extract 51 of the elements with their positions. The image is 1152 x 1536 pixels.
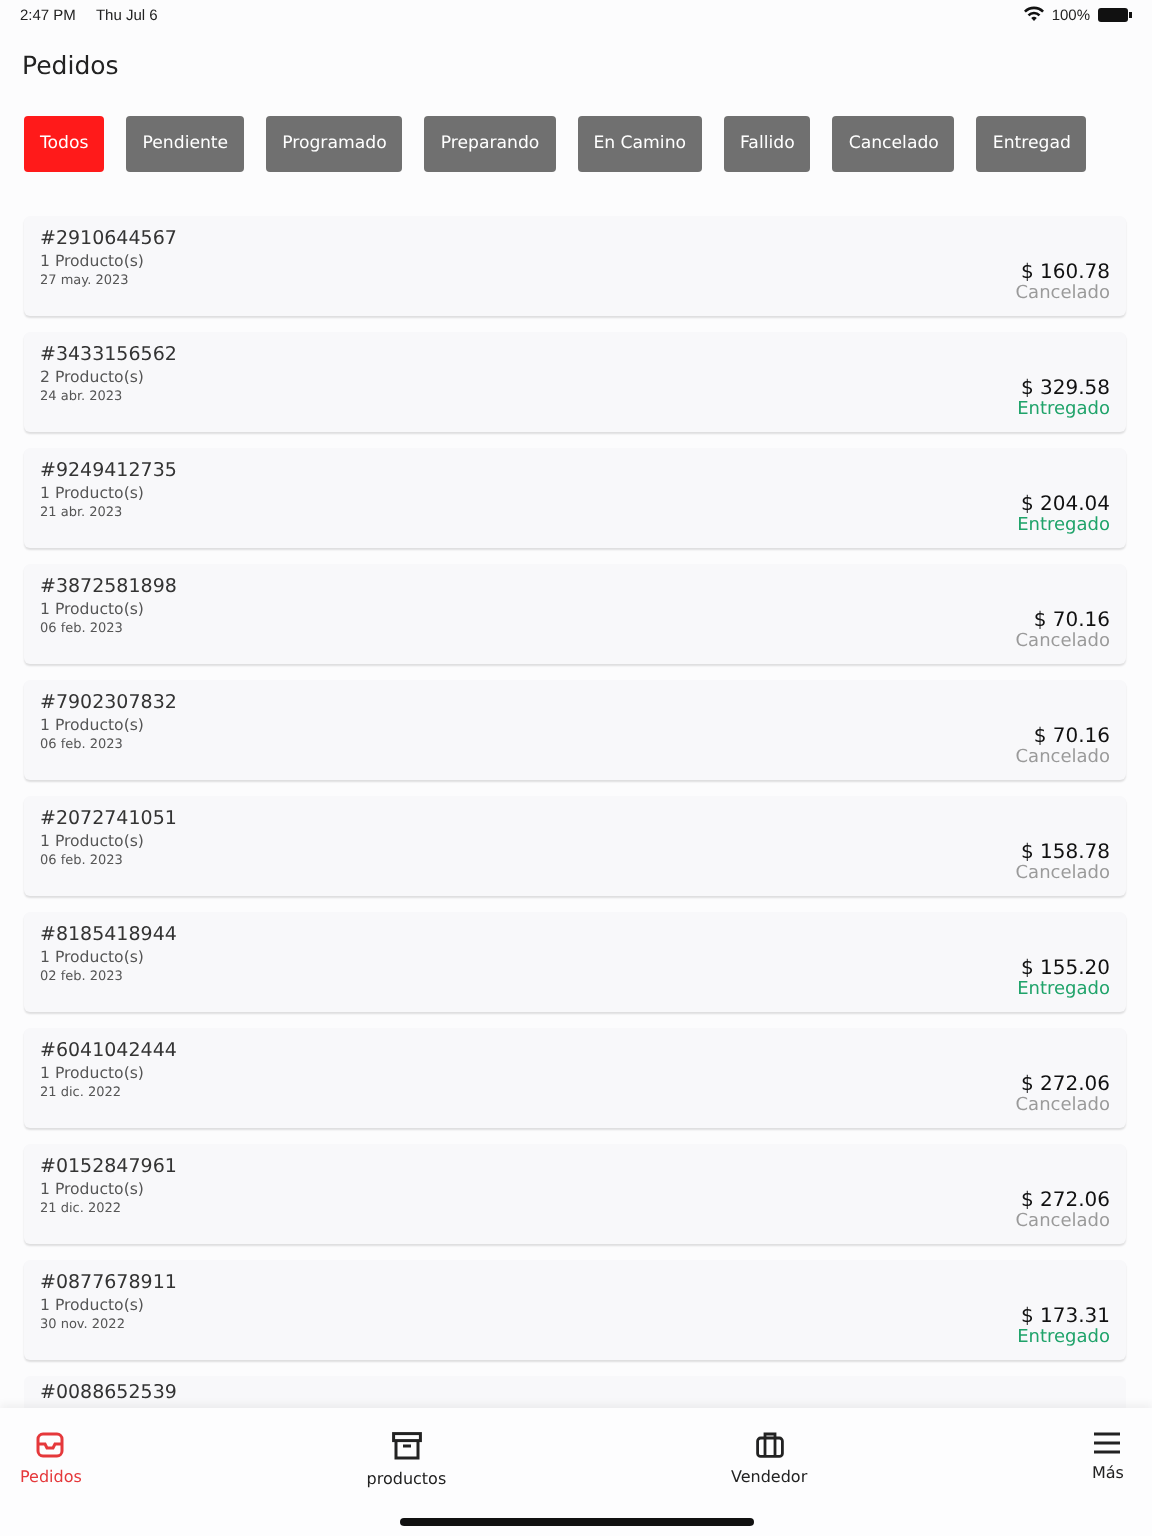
tray-icon: [36, 1432, 65, 1458]
battery-icon: [1098, 7, 1132, 21]
page-title: Pedidos: [20, 48, 121, 84]
order-total: $ 70.16: [1033, 726, 1110, 748]
order-status: Entregado: [1017, 400, 1110, 420]
order-number: #2072741051: [40, 808, 177, 830]
box-icon: [391, 1432, 422, 1460]
nav-tab[interactable]: productos: [358, 1428, 455, 1492]
order-status: Cancelado: [1015, 1096, 1110, 1116]
briefcase-icon: [755, 1432, 784, 1458]
order-status: Cancelado: [1015, 864, 1110, 884]
filter-tab[interactable]: Preparando: [424, 116, 556, 172]
order-status: Cancelado: [1015, 748, 1110, 768]
order-number: #8185418944: [40, 924, 177, 946]
order-status: Cancelado: [1015, 284, 1110, 304]
filter-tab[interactable]: Pendiente: [126, 116, 245, 172]
wifi-icon: [1023, 6, 1044, 22]
order-card[interactable]: #0088652539: [24, 1376, 1126, 1408]
order-status: Entregado: [1017, 1328, 1110, 1348]
order-total: $ 160.78: [1020, 262, 1110, 284]
order-total: $ 204.04: [1020, 494, 1110, 516]
filter-tab[interactable]: Fallido: [724, 116, 811, 172]
order-status: Entregado: [1017, 980, 1110, 1000]
order-number: #9249412735: [40, 460, 177, 482]
order-total: $ 155.20: [1020, 958, 1110, 980]
order-number: #7902307832: [40, 692, 177, 714]
more-tab[interactable]: Más: [1083, 1428, 1132, 1486]
order-number: #2910644567: [40, 228, 177, 250]
filter-tab[interactable]: Todos: [24, 116, 105, 172]
order-total: $ 173.31: [1020, 1306, 1110, 1328]
order-total: $ 329.58: [1020, 378, 1110, 400]
order-number: #3433156562: [40, 344, 177, 366]
order-total: $ 70.16: [1033, 610, 1110, 632]
order-number: #3872581898: [40, 576, 177, 598]
order-number: #6041042444: [40, 1040, 177, 1062]
nav-tab[interactable]: Vendedor: [723, 1428, 816, 1490]
order-status: Cancelado: [1015, 1212, 1110, 1232]
filter-tab[interactable]: Cancelado: [832, 116, 955, 172]
order-status: Entregado: [1017, 516, 1110, 536]
order-number: #0088652539: [40, 1382, 177, 1404]
menu-icon: [1094, 1432, 1121, 1454]
order-status: Cancelado: [1015, 632, 1110, 652]
filter-tab[interactable]: Programado: [266, 116, 403, 172]
order-total: $ 272.06: [1020, 1190, 1110, 1212]
nav-tab[interactable]: Pedidos: [12, 1428, 90, 1490]
order-number: #0152847961: [40, 1156, 177, 1178]
order-total: $ 272.06: [1020, 1074, 1110, 1096]
filter-tab[interactable]: Entregad: [976, 116, 1087, 172]
order-number: #0877678911: [40, 1272, 177, 1294]
filter-tab[interactable]: En Camino: [577, 116, 703, 172]
order-total: $ 158.78: [1020, 842, 1110, 864]
